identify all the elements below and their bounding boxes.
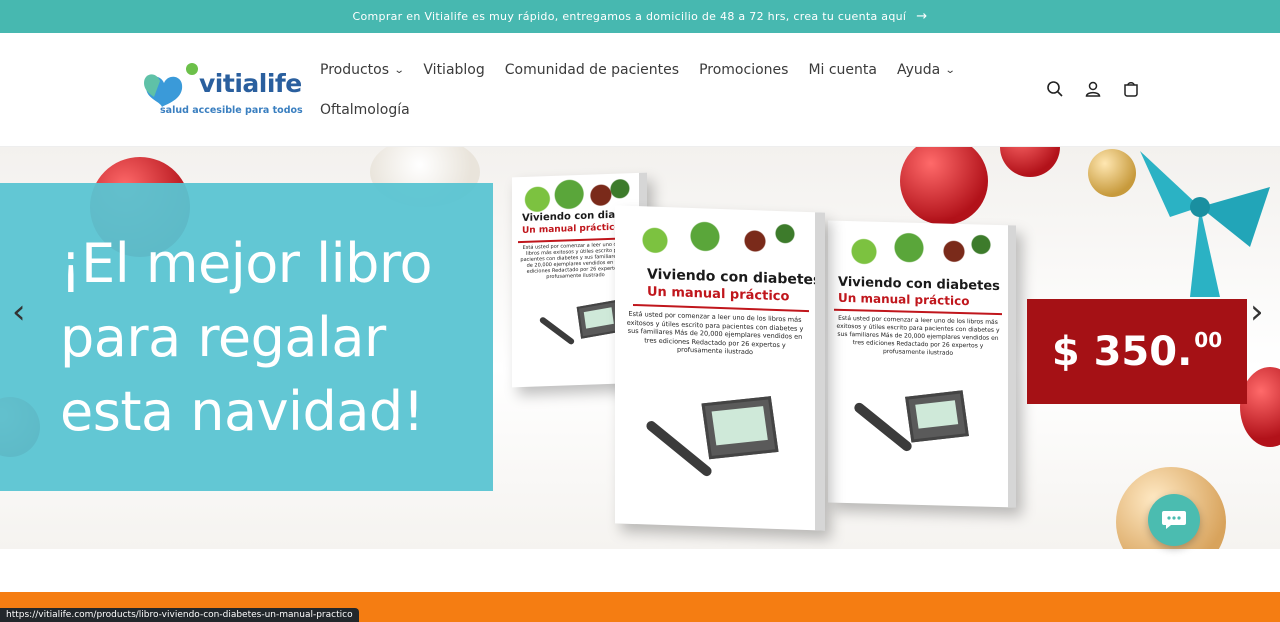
next-slide-button[interactable]: › xyxy=(1250,292,1264,332)
account-icon[interactable] xyxy=(1082,78,1104,100)
logo-mark-icon xyxy=(144,63,198,107)
price-tag: $ 350. 00 xyxy=(1027,299,1247,404)
book-cover: Viviendo con diabetes Un manual práctico… xyxy=(828,220,1016,508)
logo-wordmark: vitialife xyxy=(199,69,302,98)
nav-item-promociones[interactable]: Promociones xyxy=(699,62,788,78)
ribbon-bow-icon xyxy=(1140,151,1270,297)
site-header: vitialife salud accesible para todos Pro… xyxy=(0,33,1280,147)
ornament xyxy=(1000,147,1060,177)
book-subtitle: Un manual práctico xyxy=(838,290,970,309)
chevron-down-icon: ⌄ xyxy=(393,64,405,76)
book-blurb: Está usted por comenzar a leer uno de lo… xyxy=(836,314,1000,357)
nav-item-mi-cuenta[interactable]: Mi cuenta xyxy=(808,62,877,78)
ornament xyxy=(1088,149,1136,197)
chat-bubble-icon xyxy=(1162,511,1186,529)
nav-label: Comunidad de pacientes xyxy=(504,62,680,78)
previous-slide-button[interactable]: ‹ xyxy=(12,292,26,332)
book-cover: Viviendo con diabetes Un manual práctico… xyxy=(615,205,825,531)
header-actions xyxy=(1044,78,1142,100)
price-cents: 00 xyxy=(1194,327,1223,352)
logo[interactable]: vitialife salud accesible para todos xyxy=(142,57,303,127)
logo-tagline: salud accesible para todos xyxy=(160,105,303,116)
nav-label: Promociones xyxy=(699,62,789,78)
arrow-right-icon: → xyxy=(916,9,928,24)
search-icon[interactable] xyxy=(1044,78,1066,100)
status-bar-url: https://vitialife.com/products/libro-viv… xyxy=(0,608,359,622)
nav-item-ayuda[interactable]: Ayuda ⌄ xyxy=(896,62,956,78)
announcement-bar[interactable]: Comprar en Vitialife es muy rápido, entr… xyxy=(0,0,1280,33)
ornament xyxy=(900,147,988,225)
book-subtitle: Un manual práctico xyxy=(522,222,621,237)
chat-button[interactable] xyxy=(1148,494,1200,546)
nav-label: Mi cuenta xyxy=(808,62,877,78)
nav-label: Vitiablog xyxy=(423,62,485,78)
nav-label: Ayuda xyxy=(896,62,941,78)
nav-label: Productos xyxy=(320,62,390,78)
book-subtitle: Un manual práctico xyxy=(647,284,790,305)
announcement-text[interactable]: Comprar en Vitialife es muy rápido, entr… xyxy=(353,10,907,23)
cart-icon[interactable] xyxy=(1120,78,1142,100)
price-main: $ 350. xyxy=(1051,328,1193,375)
main-nav: Productos ⌄ Vitiablog Comunidad de pacie… xyxy=(320,55,980,125)
book-blurb: Está usted por comenzar a leer uno de lo… xyxy=(626,309,804,357)
nav-item-vitiablog[interactable]: Vitiablog xyxy=(423,62,484,78)
hero-banner[interactable]: ¡El mejor libro para regalar esta navida… xyxy=(0,147,1280,549)
hero-headline: ¡El mejor libro para regalar esta navida… xyxy=(60,232,433,443)
nav-item-productos[interactable]: Productos ⌄ xyxy=(320,62,405,78)
chevron-down-icon: ⌄ xyxy=(944,64,956,76)
nav-item-oftalmologia[interactable]: Oftalmología xyxy=(320,102,410,118)
nav-label: Oftalmología xyxy=(320,102,410,118)
nav-item-comunidad[interactable]: Comunidad de pacientes xyxy=(505,62,679,78)
